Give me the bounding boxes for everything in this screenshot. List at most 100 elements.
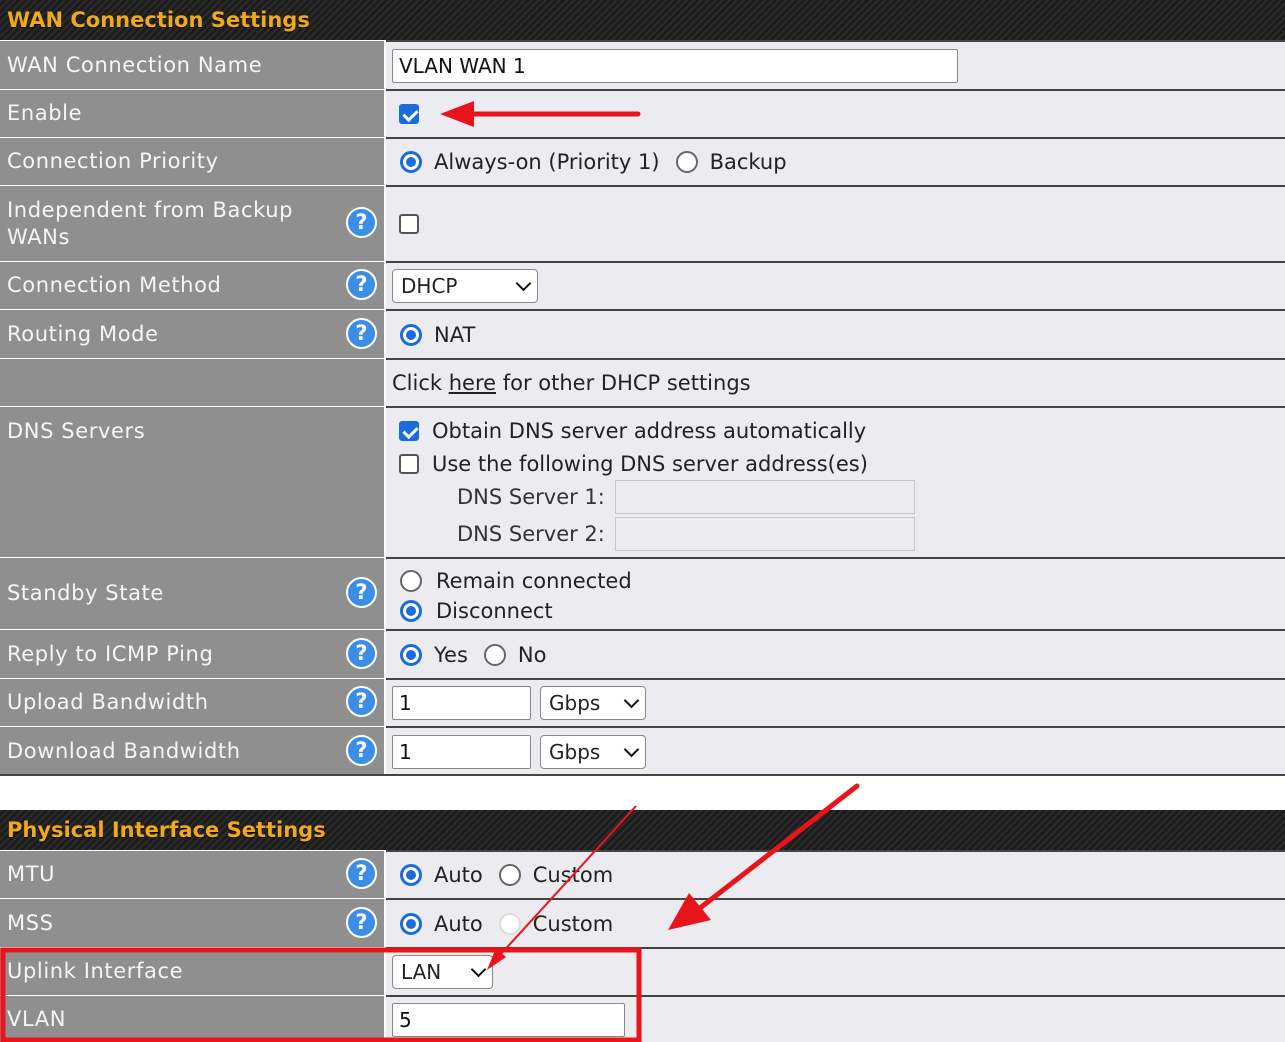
- upload-bandwidth-input[interactable]: [392, 686, 531, 720]
- dhcp-settings-cell: Click here for other DHCP settings: [386, 358, 1285, 406]
- chevron-down-icon: [623, 741, 640, 757]
- routing-nat-label: NAT: [434, 322, 476, 347]
- help-icon[interactable]: ?: [346, 207, 377, 238]
- uplink-interface-select[interactable]: LAN: [392, 955, 493, 989]
- row-mss: MSS ? Auto Custom: [0, 898, 1285, 947]
- download-bandwidth-input[interactable]: [392, 734, 531, 769]
- routing-option-nat[interactable]: NAT: [400, 323, 475, 347]
- priority-option-always-on[interactable]: Always-on (Priority 1): [400, 150, 660, 174]
- vlan-cell: [386, 995, 1285, 1042]
- icmp-yes-radio[interactable]: [400, 643, 422, 666]
- row-standby-state: Standby State ? Remain connected Disconn…: [0, 557, 1285, 629]
- dns-server1-row: DNS Server 1:: [457, 480, 915, 514]
- download-bandwidth-label: Download Bandwidth: [0, 726, 384, 775]
- connection-name-label: WAN Connection Name: [0, 40, 384, 89]
- connection-method-cell: DHCP: [386, 261, 1285, 309]
- dns-manual-checkbox[interactable]: [399, 454, 419, 474]
- dns-server1-label: DNS Server 1:: [457, 485, 605, 509]
- row-routing-mode: Routing Mode ? NAT: [0, 309, 1285, 358]
- help-icon[interactable]: ?: [346, 269, 377, 300]
- connection-name-cell: [386, 40, 1285, 89]
- help-icon[interactable]: ?: [346, 686, 377, 717]
- upload-bandwidth-cell: Gbps: [386, 678, 1285, 726]
- mss-auto-option[interactable]: Auto: [400, 912, 483, 936]
- priority-option-backup[interactable]: Backup: [675, 150, 787, 174]
- row-vlan: VLAN: [0, 995, 1285, 1042]
- row-upload-bandwidth: Upload Bandwidth ? Gbps: [0, 678, 1285, 726]
- dns-auto-option[interactable]: Obtain DNS server address automatically: [399, 419, 866, 443]
- mtu-custom-radio[interactable]: [498, 864, 521, 886]
- mss-auto-label: Auto: [434, 911, 483, 936]
- upload-unit-value: Gbps: [549, 691, 601, 715]
- physical-section-header: Physical Interface Settings: [0, 810, 1285, 850]
- standby-disconnect-radio[interactable]: [400, 600, 422, 622]
- routing-mode-cell: NAT: [386, 309, 1285, 358]
- section-divider: [0, 774, 1285, 776]
- help-icon[interactable]: ?: [346, 734, 377, 766]
- enable-cell: [386, 89, 1285, 137]
- dns-auto-label: Obtain DNS server address automatically: [432, 419, 867, 443]
- mss-custom-label: Custom: [532, 911, 614, 936]
- wan-section-title: WAN Connection Settings: [7, 8, 310, 32]
- help-icon[interactable]: ?: [346, 637, 377, 669]
- upload-unit-select[interactable]: Gbps: [540, 686, 646, 720]
- row-dns-servers: DNS Servers Obtain DNS server address au…: [0, 406, 1285, 557]
- priority-label: Connection Priority: [0, 137, 384, 185]
- row-priority: Connection Priority Always-on (Priority …: [0, 137, 1285, 185]
- enable-checkbox[interactable]: [399, 104, 419, 124]
- dhcp-here-link[interactable]: here: [449, 371, 496, 395]
- dhcp-settings-label: [0, 358, 384, 406]
- dns-server2-label: DNS Server 2:: [457, 522, 605, 546]
- icmp-no-radio[interactable]: [483, 643, 506, 666]
- independent-cell: [386, 185, 1285, 261]
- mtu-auto-option[interactable]: Auto: [400, 863, 483, 887]
- dns-manual-option[interactable]: Use the following DNS server address(es): [399, 452, 868, 476]
- mss-label: MSS: [0, 898, 384, 947]
- dhcp-suffix-text: for other DHCP settings: [496, 371, 751, 395]
- priority-always-on-radio[interactable]: [400, 151, 422, 173]
- dns-auto-checkbox[interactable]: [399, 421, 419, 441]
- dns-manual-label: Use the following DNS server address(es): [432, 452, 868, 476]
- mss-custom-option[interactable]: Custom: [498, 911, 614, 936]
- mss-auto-radio[interactable]: [400, 912, 422, 935]
- mss-custom-radio[interactable]: [498, 912, 521, 935]
- mtu-custom-option[interactable]: Custom: [498, 863, 613, 887]
- download-bandwidth-cell: Gbps: [386, 726, 1285, 775]
- independent-checkbox[interactable]: [399, 214, 419, 234]
- mtu-cell: Auto Custom: [386, 850, 1285, 898]
- standby-remain-label: Remain connected: [436, 569, 632, 593]
- mtu-auto-radio[interactable]: [400, 864, 422, 886]
- independent-label: Independent from Backup WANs: [0, 185, 384, 261]
- standby-remain-option[interactable]: Remain connected: [400, 569, 632, 593]
- physical-section-title: Physical Interface Settings: [7, 818, 326, 842]
- standby-remain-radio[interactable]: [400, 570, 422, 592]
- chevron-down-icon: [623, 692, 640, 709]
- download-unit-select[interactable]: Gbps: [540, 734, 646, 769]
- standby-disconnect-option[interactable]: Disconnect: [400, 599, 553, 623]
- dhcp-prefix-text: Click: [392, 371, 449, 395]
- standby-state-cell: Remain connected Disconnect: [386, 557, 1285, 629]
- dns-servers-label: DNS Servers: [0, 406, 384, 557]
- row-independent: Independent from Backup WANs ?: [0, 185, 1285, 261]
- priority-backup-radio[interactable]: [675, 151, 698, 173]
- connection-name-input[interactable]: [392, 48, 958, 83]
- icmp-yes-label: Yes: [434, 642, 468, 667]
- mtu-label: MTU: [0, 850, 384, 898]
- icmp-yes-option[interactable]: Yes: [400, 643, 468, 667]
- help-icon[interactable]: ?: [346, 858, 377, 889]
- dns-server2-input[interactable]: [614, 517, 915, 551]
- priority-cell: Always-on (Priority 1) Backup: [386, 137, 1285, 185]
- icmp-no-option[interactable]: No: [483, 643, 546, 667]
- mtu-auto-label: Auto: [434, 863, 483, 887]
- help-icon[interactable]: ?: [346, 577, 377, 608]
- help-icon[interactable]: ?: [346, 906, 377, 938]
- vlan-input[interactable]: [392, 1002, 625, 1037]
- chevron-down-icon: [470, 961, 487, 978]
- upload-bandwidth-label: Upload Bandwidth: [0, 678, 384, 726]
- connection-method-select[interactable]: DHCP: [392, 269, 538, 303]
- enable-label: Enable: [0, 89, 384, 137]
- routing-nat-radio[interactable]: [400, 323, 422, 346]
- icmp-ping-cell: Yes No: [386, 629, 1285, 678]
- dns-server1-input[interactable]: [614, 480, 915, 514]
- help-icon[interactable]: ?: [346, 317, 377, 349]
